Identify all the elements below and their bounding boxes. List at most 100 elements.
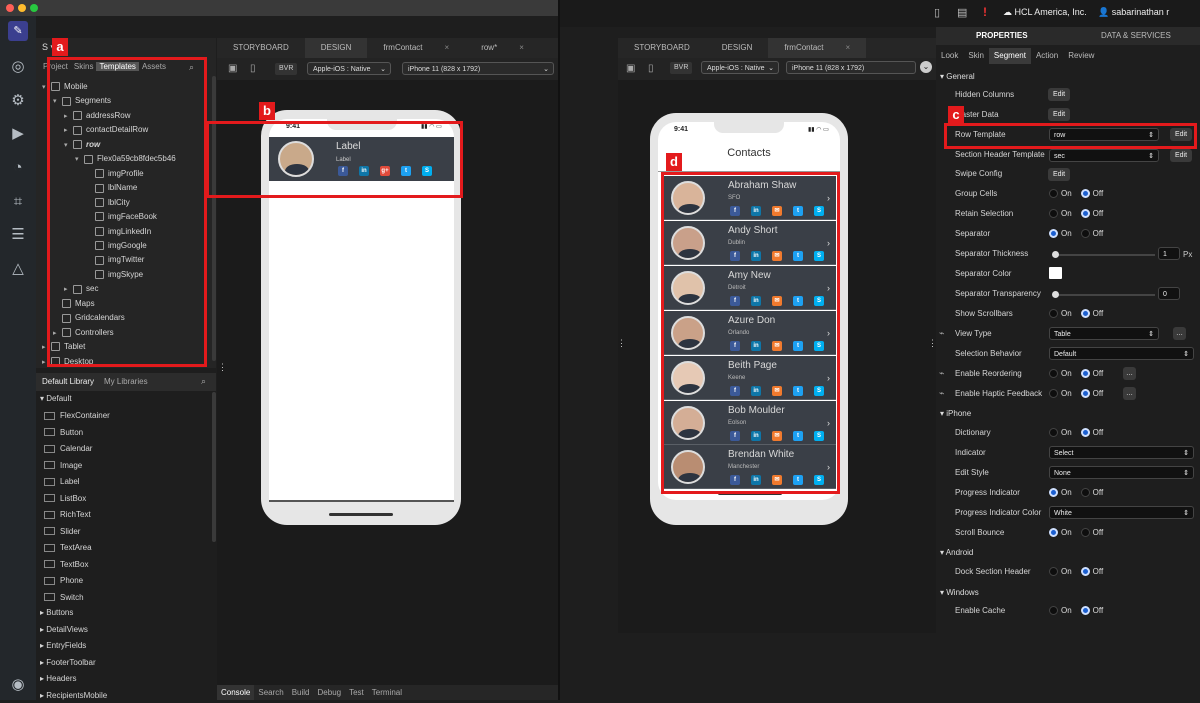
show-scrollbars-off-radio[interactable]: [1080, 309, 1090, 319]
device-icon[interactable]: ▯: [250, 63, 256, 74]
enable-haptic-more-button[interactable]: …: [1123, 387, 1136, 400]
library-item-textarea[interactable]: TextArea: [44, 541, 92, 555]
dictionary-on-radio[interactable]: [1049, 428, 1058, 438]
progress-indicator-on-radio[interactable]: [1049, 488, 1058, 498]
flow-icon[interactable]: ⌗: [9, 193, 27, 211]
enable-haptic-on-radio[interactable]: [1049, 389, 1058, 399]
edit-style-select[interactable]: None ⇕: [1049, 466, 1194, 479]
slider-thumb[interactable]: [1052, 291, 1059, 298]
tab-terminal[interactable]: Terminal: [368, 685, 406, 700]
layout-icon[interactable]: ▣: [228, 63, 237, 74]
group-cells-off-radio[interactable]: [1080, 189, 1090, 199]
separator-color-swatch[interactable]: [1049, 267, 1062, 279]
bvr-button[interactable]: BVR: [275, 63, 298, 75]
view-type-select[interactable]: Table ⇕: [1049, 327, 1159, 340]
library-scrollbar[interactable]: [212, 392, 216, 542]
device-select[interactable]: iPhone 11 (828 x 1792) ⌄: [402, 62, 554, 75]
library-group-entryfields[interactable]: ▸ EntryFields: [40, 639, 86, 653]
user-menu[interactable]: 👤 sabarinathan r: [1098, 7, 1169, 18]
tab-frmcontact[interactable]: frmContact ×: [768, 38, 867, 58]
section-header-edit-button[interactable]: Edit: [1170, 149, 1193, 162]
separator-transparency-slider[interactable]: [1052, 291, 1155, 298]
device-select[interactable]: iPhone 11 (828 x 1792): [786, 61, 916, 74]
tab-build[interactable]: Build: [288, 685, 314, 700]
section-general[interactable]: ▾ General: [940, 69, 975, 85]
separator-thickness-slider[interactable]: [1052, 251, 1155, 258]
tab-debug[interactable]: Debug: [314, 685, 346, 700]
tab-test[interactable]: Test: [345, 685, 368, 700]
platform-select[interactable]: Apple-iOS : Native ⌄: [307, 62, 391, 75]
close-icon[interactable]: ×: [437, 38, 458, 58]
zoom-window-button[interactable]: [30, 4, 38, 12]
dashboard-icon[interactable]: ◔: [9, 159, 27, 177]
close-icon[interactable]: ×: [511, 38, 532, 58]
library-item-listbox[interactable]: ListBox: [44, 492, 86, 506]
library-item-richtext[interactable]: RichText: [44, 508, 91, 522]
section-iphone[interactable]: ▾ iPhone: [940, 406, 971, 422]
close-icon[interactable]: ×: [838, 38, 859, 58]
close-window-button[interactable]: [6, 4, 14, 12]
tab-storyboard[interactable]: STORYBOARD: [217, 38, 305, 58]
scroll-bounce-on-radio[interactable]: [1049, 528, 1058, 538]
tab-row[interactable]: row* ×: [465, 38, 540, 58]
swipe-config-edit-button[interactable]: Edit: [1048, 168, 1071, 181]
separator-off-radio[interactable]: [1080, 229, 1090, 239]
enable-cache-off-radio[interactable]: [1080, 606, 1090, 616]
tab-design[interactable]: DESIGN: [706, 38, 769, 58]
subtab-look[interactable]: Look: [936, 48, 963, 64]
gear-icon[interactable]: ⚙: [9, 92, 27, 110]
library-search-icon[interactable]: ⌕: [201, 376, 206, 387]
tab-console[interactable]: Console: [217, 685, 255, 700]
tab-search[interactable]: Search: [254, 685, 287, 700]
enable-haptic-off-radio[interactable]: [1080, 389, 1090, 399]
separator-transparency-input[interactable]: 0: [1158, 287, 1180, 300]
enable-cache-on-radio[interactable]: [1049, 606, 1058, 616]
library-item-label[interactable]: Label: [44, 475, 80, 489]
library-item-phone[interactable]: Phone: [44, 574, 83, 588]
library-item-calendar[interactable]: Calendar: [44, 442, 92, 456]
section-android[interactable]: ▾ Android: [940, 545, 973, 561]
play-icon[interactable]: ▶: [9, 125, 27, 143]
enable-reordering-on-radio[interactable]: [1049, 369, 1058, 379]
library-item-switch[interactable]: Switch: [44, 591, 84, 605]
library-group-recipientsmobile[interactable]: ▸ RecipientsMobile: [40, 689, 107, 703]
scroll-bounce-off-radio[interactable]: [1080, 528, 1090, 538]
mountain-icon[interactable]: △: [9, 260, 27, 278]
progress-indicator-color-select[interactable]: White ⇕: [1049, 506, 1194, 519]
slider-thumb[interactable]: [1052, 251, 1059, 258]
indicator-select[interactable]: Select ⇕: [1049, 446, 1194, 459]
tab-design[interactable]: DESIGN: [304, 38, 368, 58]
enable-reordering-more-button[interactable]: …: [1123, 367, 1136, 380]
org-name[interactable]: ☁ HCL America, Inc.: [1003, 7, 1087, 18]
aperture-icon[interactable]: ◎: [9, 58, 27, 76]
show-scrollbars-on-radio[interactable]: [1049, 309, 1058, 319]
minimize-window-button[interactable]: [18, 4, 26, 12]
section-windows[interactable]: ▾ Windows: [940, 585, 979, 601]
separator-thickness-input[interactable]: 1: [1158, 247, 1180, 260]
tab-data-services[interactable]: DATA & SERVICES: [1101, 31, 1171, 40]
alert-icon[interactable]: !: [983, 5, 987, 19]
platform-select[interactable]: Apple-iOS : Native ⌄: [701, 61, 779, 74]
subtab-action[interactable]: Action: [1031, 48, 1063, 64]
library-item-button[interactable]: Button: [44, 426, 83, 440]
master-data-edit-button[interactable]: Edit: [1048, 108, 1071, 121]
library-group-footertoolbar[interactable]: ▸ FooterToolbar: [40, 656, 96, 670]
hidden-columns-edit-button[interactable]: Edit: [1048, 88, 1071, 101]
tab-default-library[interactable]: Default Library: [42, 377, 94, 386]
dock-section-header-off-radio[interactable]: [1080, 567, 1090, 577]
tab-storyboard[interactable]: STORYBOARD: [618, 38, 706, 58]
document-icon[interactable]: ☰: [9, 226, 27, 244]
retain-selection-off-radio[interactable]: [1080, 209, 1090, 219]
group-cells-on-radio[interactable]: [1049, 189, 1058, 199]
canvas-splitter-right[interactable]: ⋮: [928, 338, 937, 358]
retain-selection-on-radio[interactable]: [1049, 209, 1058, 219]
bvr-button[interactable]: BVR: [670, 62, 693, 74]
separator-on-radio[interactable]: [1049, 229, 1058, 239]
library-group-default[interactable]: ▾ Default: [40, 392, 72, 406]
library-item-textbox[interactable]: TextBox: [44, 558, 88, 572]
section-header-select[interactable]: sec ⇕: [1049, 149, 1159, 162]
library-item-slider[interactable]: Slider: [44, 525, 80, 539]
library-item-flexcontainer[interactable]: FlexContainer: [44, 409, 110, 423]
panel-splitter-handle[interactable]: ⋮: [218, 362, 227, 382]
device-icon[interactable]: ▯: [648, 63, 654, 74]
